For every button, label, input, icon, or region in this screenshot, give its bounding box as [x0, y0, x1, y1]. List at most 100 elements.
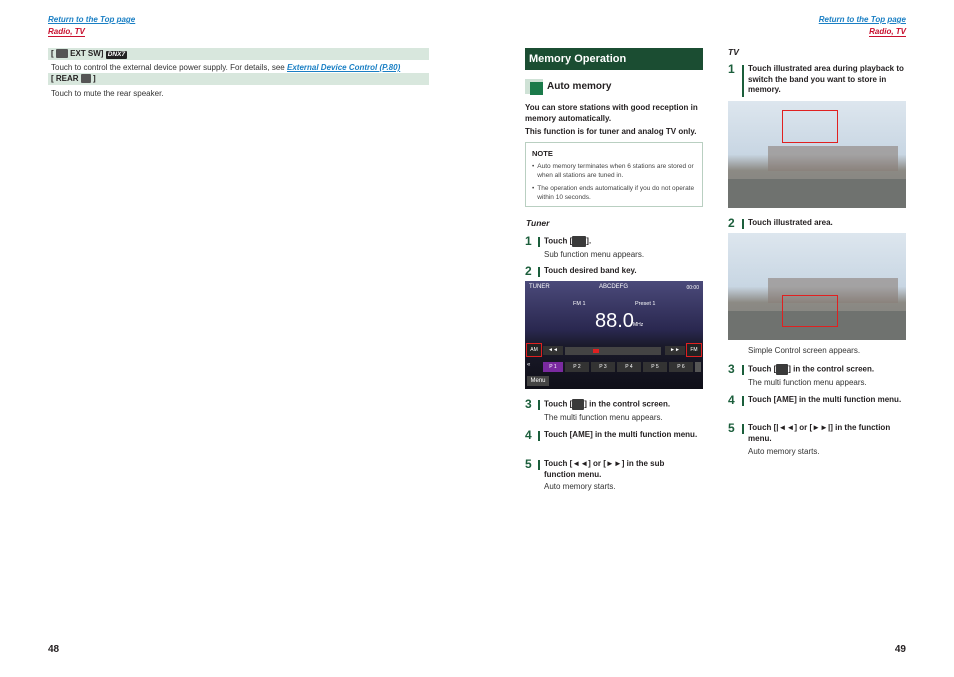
- step-divider: [538, 267, 540, 277]
- step-divider: [538, 237, 540, 247]
- step-text: Touch desired band key.: [544, 266, 637, 275]
- step-number: 2: [525, 264, 532, 278]
- step-text: Touch [].: [544, 236, 591, 247]
- intro-text-2: This function is for tuner and analog TV…: [525, 127, 697, 136]
- step-divider: [538, 400, 540, 410]
- ext-sw-icon: [55, 49, 68, 59]
- section-title: Memory Operation: [525, 48, 703, 70]
- rear-bar: [ REAR ]: [48, 73, 429, 85]
- road: [728, 179, 906, 208]
- band-label: FM 1: [573, 301, 586, 307]
- city-skyline: [768, 146, 898, 171]
- tuning-bar: [565, 347, 661, 355]
- step-text: Touch [AME] in the multi function menu.: [748, 395, 902, 404]
- preset-label: Preset 1: [635, 301, 656, 307]
- top-page-link-right[interactable]: Return to the Top page: [819, 15, 906, 24]
- subsection-title: Auto memory: [547, 81, 612, 92]
- ext-device-control-link[interactable]: External Device Control (P.80): [287, 63, 400, 72]
- step-result: Simple Control screen appears.: [748, 346, 861, 355]
- step-divider: [538, 460, 540, 470]
- step-result: The multi function menu appears.: [748, 378, 867, 387]
- page-number-right: 49: [894, 644, 906, 655]
- step-number: 5: [525, 457, 532, 471]
- tv-heading: TV: [728, 47, 739, 57]
- step-number: 3: [525, 397, 532, 411]
- tv-screen-image: [728, 101, 906, 208]
- preset-button-2[interactable]: P 2: [565, 362, 589, 372]
- up-arrow-icon[interactable]: [695, 362, 701, 372]
- model-badge: DNX7: [105, 51, 128, 59]
- step-number: 1: [525, 234, 532, 248]
- step-number: 4: [728, 393, 735, 407]
- note-item: • The operation ends automatically if you…: [532, 185, 695, 201]
- step-text-post: ] in the control screen.: [788, 364, 875, 374]
- step-text-post: ].: [586, 236, 592, 246]
- step-divider: [742, 365, 744, 375]
- step-text-pre: Touch [: [544, 399, 573, 409]
- step-divider: [742, 424, 744, 434]
- seek-next-key[interactable]: ►►: [665, 346, 685, 355]
- collapse-icon: [776, 364, 789, 375]
- station-name: ABCDEFG: [599, 284, 629, 290]
- control-touch-area[interactable]: [782, 295, 838, 327]
- section-link-right[interactable]: Radio, TV: [869, 27, 906, 37]
- collapse-icon[interactable]: «: [527, 362, 537, 372]
- note-box: NOTE • Auto memory terminates when 6 stat…: [525, 142, 703, 207]
- collapse-icon: [572, 399, 585, 410]
- step-text-pre: Touch [: [748, 364, 777, 374]
- ext-sw-open-bracket: [: [51, 49, 54, 58]
- step-text: Touch [AME] in the multi function menu.: [544, 430, 698, 439]
- up-arrow-icon: [572, 236, 587, 247]
- am-band-key[interactable]: AM: [526, 343, 542, 357]
- subsection-marker-inner: [530, 82, 543, 95]
- step-number: 2: [728, 216, 735, 230]
- fm-band-key[interactable]: FM: [686, 343, 702, 357]
- ext-sw-description: Touch to control the external device pow…: [51, 62, 431, 73]
- step-text: Touch [|◄◄] or [►►|] in the function men…: [748, 423, 891, 443]
- preset-button-5[interactable]: P 5: [643, 362, 667, 372]
- top-page-link-left[interactable]: Return to the Top page: [48, 15, 135, 24]
- step-divider: [742, 219, 744, 229]
- band-touch-area[interactable]: [782, 110, 838, 143]
- page-number-left: 48: [48, 644, 60, 655]
- step-result: Sub function menu appears.: [544, 250, 645, 259]
- ext-sw-desc-text: Touch to control the external device pow…: [51, 63, 285, 72]
- ext-sw-bar: [ EXT SW] DNX7: [48, 48, 429, 60]
- frequency: 88.0: [595, 310, 634, 332]
- tv-screen-image: [728, 233, 906, 340]
- tuner-screen: TUNER ABCDEFG 00:00 FM 1 Preset 1 88.0 M…: [525, 281, 703, 389]
- seek-prev-key[interactable]: ◄◄: [543, 346, 563, 355]
- rear-label: [ REAR: [51, 74, 79, 83]
- step-text: Touch [◄◄] or [►►] in the sub function m…: [544, 459, 665, 479]
- tuner-source-label: TUNER: [529, 284, 550, 290]
- step-result: Auto memory starts.: [748, 447, 820, 456]
- note-item-text: Auto memory terminates when 6 stations a…: [537, 163, 694, 179]
- intro-text-1: You can store stations with good recepti…: [525, 103, 698, 123]
- step-number: 3: [728, 362, 735, 376]
- rear-description: Touch to mute the rear speaker.: [51, 89, 164, 98]
- menu-button[interactable]: Menu: [527, 376, 549, 386]
- note-item-text: The operation ends automatically if you …: [537, 185, 695, 201]
- step-divider: [742, 396, 744, 406]
- rear-close-bracket: ]: [93, 74, 96, 83]
- step-text: Touch illustrated area.: [748, 218, 833, 227]
- preset-button-3[interactable]: P 3: [591, 362, 615, 372]
- note-item: • Auto memory terminates when 6 stations …: [532, 162, 696, 180]
- step-divider: [742, 65, 744, 97]
- step-result: Auto memory starts.: [544, 482, 616, 491]
- clock: 00:00: [686, 285, 699, 291]
- section-link-left[interactable]: Radio, TV: [48, 27, 85, 37]
- step-divider: [538, 431, 540, 441]
- step-number: 1: [728, 62, 735, 76]
- step-text: Touch [] in the control screen.: [544, 399, 670, 410]
- preset-button-4[interactable]: P 4: [617, 362, 641, 372]
- preset-button-6[interactable]: P 6: [669, 362, 693, 372]
- step-number: 4: [525, 428, 532, 442]
- step-text-pre: Touch [: [544, 236, 573, 246]
- speaker-mute-icon: [80, 74, 91, 84]
- frequency-unit: MHz: [633, 322, 644, 328]
- tuner-heading: Tuner: [526, 218, 550, 228]
- step-text: Touch illustrated area during playback t…: [748, 64, 904, 94]
- preset-button-1[interactable]: P 1: [543, 362, 563, 372]
- step-text: Touch [ ] in the control screen.: [748, 364, 874, 375]
